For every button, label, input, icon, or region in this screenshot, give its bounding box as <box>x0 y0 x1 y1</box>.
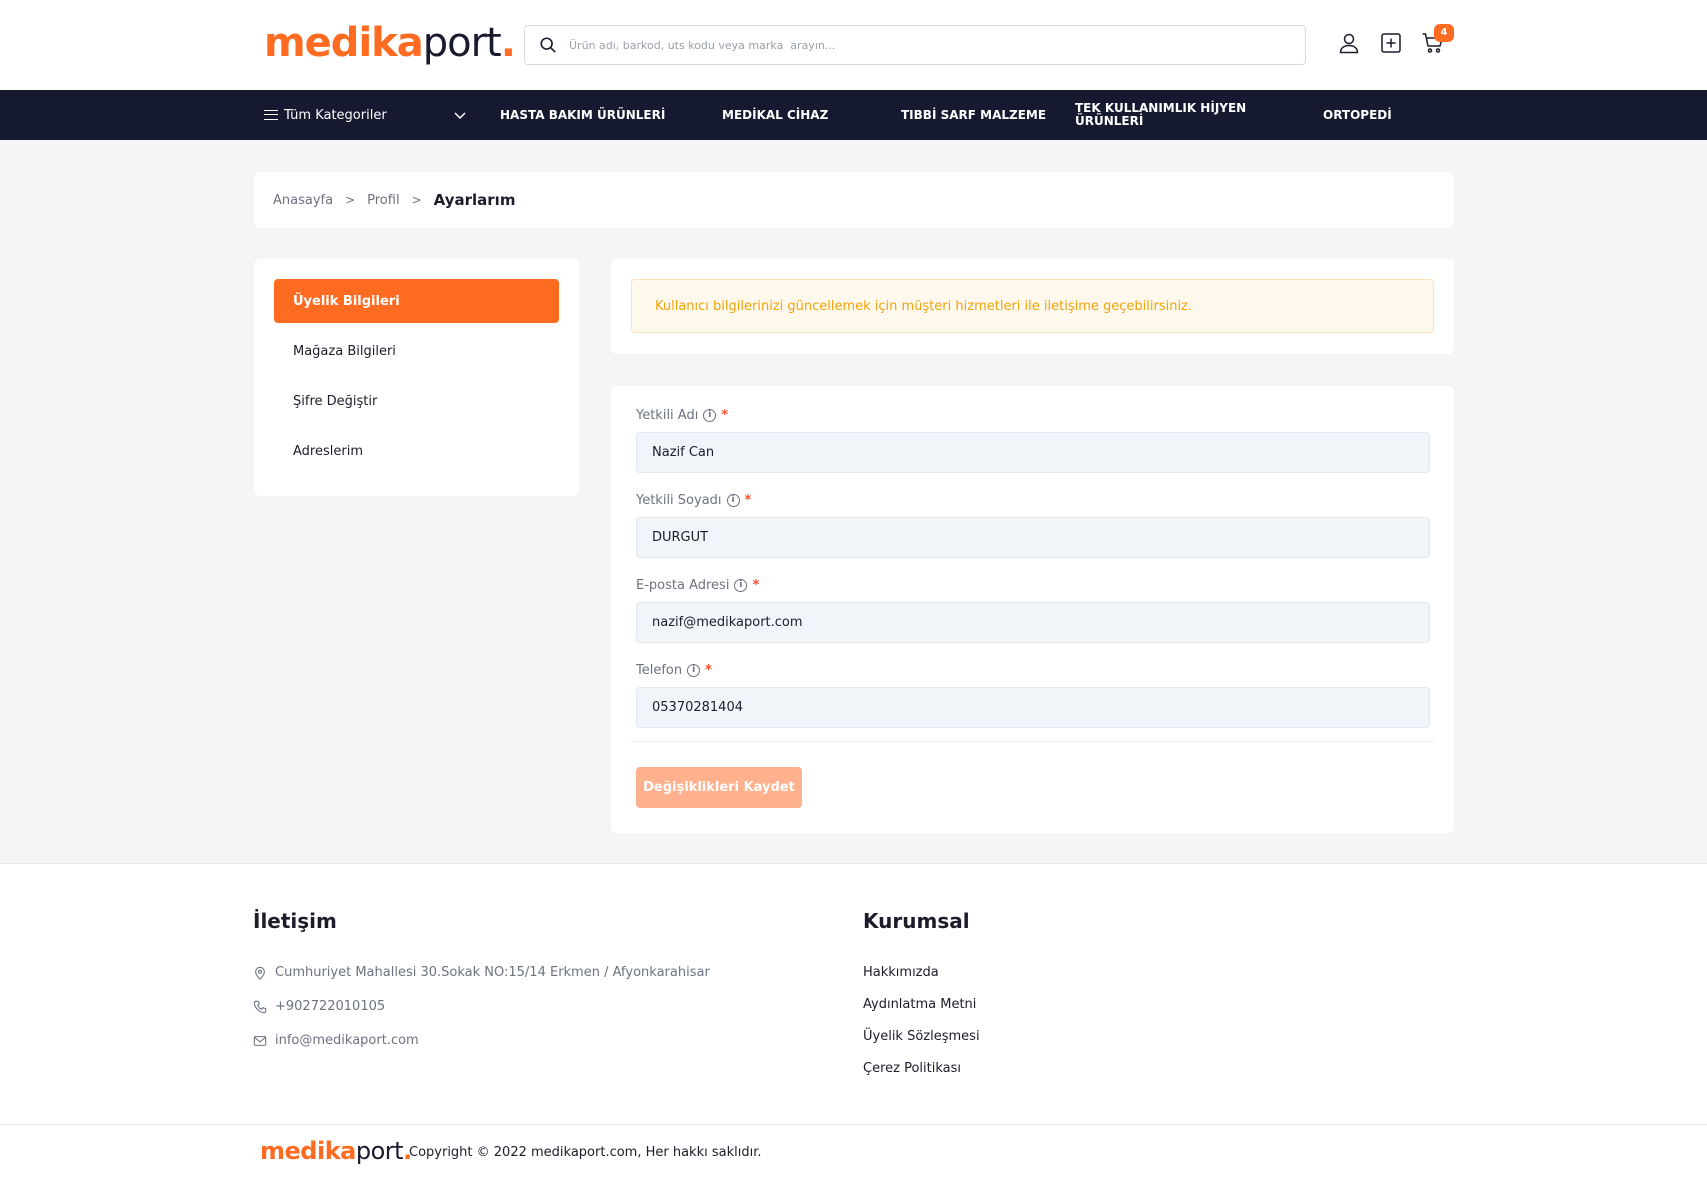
label-text: Telefon <box>636 663 683 678</box>
nav-item-hasta-bakim[interactable]: HASTA BAKIM ÜRÜNLERİ <box>500 90 665 140</box>
info-icon[interactable]: i <box>734 579 748 592</box>
field-label-email: E-posta Adresi i * <box>636 578 759 593</box>
nav-item-hijyen[interactable]: TEK KULLANIMLIK HİJYEN ÜRÜNLERİ <box>1075 90 1255 140</box>
nav-item-medikal-cihaz[interactable]: MEDİKAL CİHAZ <box>722 90 828 140</box>
email-text: info@medikaport.com <box>275 1033 419 1048</box>
quick-order-icon[interactable] <box>1379 31 1403 55</box>
category-nav: Tüm Kategoriler HASTA BAKIM ÜRÜNLERİ MED… <box>0 90 1707 140</box>
required-mark: * <box>752 578 760 593</box>
field-label-first-name: Yetkili Adı i * <box>636 408 728 423</box>
all-categories-label: Tüm Kategoriler <box>284 107 387 123</box>
phone-input[interactable] <box>636 687 1430 728</box>
footer-bottom-bar: medikaport. Copyright © 2022 medikaport.… <box>0 1124 1707 1186</box>
logo-text-medika: medika <box>264 20 424 66</box>
footer-address: Cumhuriyet Mahallesi 30.Sokak NO:15/14 E… <box>253 965 710 980</box>
breadcrumb-home[interactable]: Anasayfa <box>273 193 333 208</box>
required-mark: * <box>721 408 729 423</box>
nav-item-tibbi-sarf[interactable]: TIBBİ SARF MALZEME <box>901 90 1046 140</box>
sidebar-item-membership[interactable]: Üyelik Bilgileri <box>274 279 559 323</box>
footer-contact-title: İletişim <box>253 909 337 933</box>
logo-dot: . <box>500 20 516 66</box>
logo[interactable]: medikaport. <box>264 20 516 66</box>
phone-icon <box>253 1000 267 1013</box>
info-icon[interactable]: i <box>687 664 701 677</box>
phone-text: +902722010105 <box>275 999 386 1014</box>
info-icon[interactable]: i <box>703 409 717 422</box>
sidebar-item-addresses[interactable]: Adreslerim <box>274 429 559 473</box>
location-pin-icon <box>255 966 265 980</box>
form-divider <box>631 741 1434 742</box>
settings-sidebar: Üyelik Bilgileri Mağaza Bilgileri Şifre … <box>254 259 579 496</box>
chevron-down-icon[interactable] <box>452 107 468 123</box>
field-label-last-name: Yetkili Soyadı i * <box>636 493 751 508</box>
email-input[interactable] <box>636 602 1430 643</box>
sidebar-item-store[interactable]: Mağaza Bilgileri <box>274 329 559 373</box>
label-text: E-posta Adresi <box>636 578 730 593</box>
logo-text-medika: medika <box>260 1137 356 1165</box>
profile-form: Yetkili Adı i * Yetkili Soyadı i * E-pos… <box>611 386 1454 833</box>
search-icon[interactable] <box>539 36 557 54</box>
breadcrumb: Anasayfa > Profil > Ayarlarım <box>254 172 1454 228</box>
address-text: Cumhuriyet Mahallesi 30.Sokak NO:15/14 E… <box>275 965 710 980</box>
search-bar <box>524 25 1306 65</box>
label-text: Yetkili Soyadı <box>636 493 722 508</box>
info-icon[interactable]: i <box>726 494 740 507</box>
user-icon[interactable] <box>1337 31 1361 55</box>
site-footer: İletişim Cumhuriyet Mahallesi 30.Sokak N… <box>0 864 1707 1186</box>
site-header: medikaport. 4 <box>0 0 1707 90</box>
cart-count-badge: 4 <box>1434 24 1454 42</box>
nav-item-ortopedi[interactable]: ORTOPEDİ <box>1323 90 1392 140</box>
breadcrumb-separator: > <box>411 193 422 207</box>
label-text: Yetkili Adı <box>636 408 699 423</box>
menu-icon <box>264 110 278 120</box>
footer-email[interactable]: info@medikaport.com <box>253 1033 419 1048</box>
logo-text-port: port <box>422 20 502 66</box>
footer-link-cookie-policy[interactable]: Çerez Politikası <box>863 1061 961 1076</box>
required-mark: * <box>744 493 752 508</box>
sidebar-item-password[interactable]: Şifre Değiştir <box>274 379 559 423</box>
all-categories-menu[interactable]: Tüm Kategoriler <box>264 90 387 140</box>
search-input[interactable] <box>569 26 1289 64</box>
breadcrumb-current: Ayarlarım <box>433 191 516 209</box>
required-mark: * <box>705 663 712 678</box>
footer-corporate-title: Kurumsal <box>863 909 970 933</box>
alert-card: Kullanıcı bilgilerinizi güncellemek için… <box>611 259 1454 354</box>
footer-phone[interactable]: +902722010105 <box>253 999 385 1014</box>
main-content: Anasayfa > Profil > Ayarlarım Üyelik Bil… <box>0 140 1707 864</box>
footer-link-membership-agreement[interactable]: Üyelik Sözleşmesi <box>863 1029 980 1044</box>
save-changes-button[interactable]: Değişiklikleri Kaydet <box>636 767 802 808</box>
last-name-input[interactable] <box>636 517 1430 558</box>
footer-link-about[interactable]: Hakkımızda <box>863 965 939 980</box>
mail-icon <box>253 1035 267 1046</box>
first-name-input[interactable] <box>636 432 1430 473</box>
breadcrumb-profile[interactable]: Profil <box>367 193 399 208</box>
info-alert: Kullanıcı bilgilerinizi güncellemek için… <box>631 279 1434 333</box>
footer-link-privacy[interactable]: Aydınlatma Metni <box>863 997 976 1012</box>
field-label-phone: Telefon i * <box>636 663 712 678</box>
copyright-text: Copyright © 2022 medikaport.com, Her hak… <box>409 1145 762 1160</box>
logo-text-port: port <box>355 1137 404 1165</box>
breadcrumb-separator: > <box>345 193 356 207</box>
footer-logo[interactable]: medikaport. <box>260 1137 412 1165</box>
